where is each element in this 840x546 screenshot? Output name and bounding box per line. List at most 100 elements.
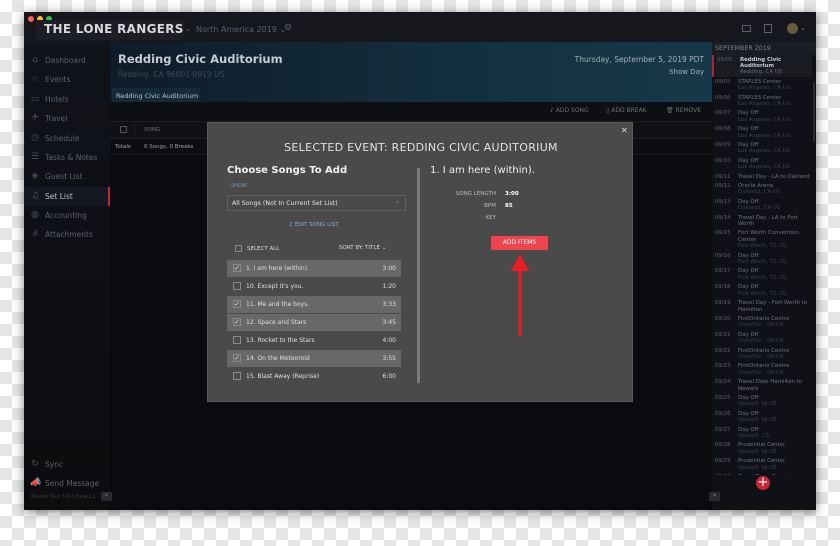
event-list-item[interactable]: 09/14 Travel Day - LA to Fort Worth xyxy=(712,213,812,229)
sidebar-item-schedule[interactable]: ◷ Schedule xyxy=(24,129,110,148)
set-list-toolbar: ♪ ADD SONG ▯ ADD BREAK 🗑 REMOVE xyxy=(110,102,712,122)
song-checkbox[interactable]: ✓ xyxy=(233,264,241,272)
sidebar-item-set-list[interactable]: ♫ Set List xyxy=(24,187,110,206)
chevron-down-icon: ⌄ xyxy=(394,198,400,205)
event-list-item[interactable]: 09/11 Travel Day - LA to Oakland xyxy=(712,172,812,181)
collapse-sidebar-button[interactable]: « xyxy=(101,492,112,501)
event-location: Fort Worth, TX US xyxy=(738,290,786,297)
song-checkbox[interactable] xyxy=(233,282,241,290)
event-list-item[interactable]: 09/12 Oracle Arena Oakland, CA US xyxy=(712,182,812,198)
tour-selector[interactable]: North America 2019 ⌄ xyxy=(196,25,286,34)
event-list-item[interactable]: 09/16 Day Off Fort Worth, TX US xyxy=(712,251,812,267)
sidebar-item-guest-list[interactable]: ◈ Guest List xyxy=(24,167,110,186)
select-all-label[interactable]: SELECT ALL xyxy=(247,246,279,252)
event-list-item[interactable]: 09/19 Travel Day - Fort Worth to Hamilton xyxy=(712,299,812,315)
song-title: 1. I am here (within). xyxy=(246,265,309,272)
sync-button[interactable]: ↻ Sync xyxy=(24,455,110,474)
sidebar-item-attachments[interactable]: ∂ Attachments xyxy=(24,225,110,244)
event-list-item[interactable]: 09/21 Day Off Hamilton, ON CA xyxy=(712,330,812,346)
event-list-item[interactable]: 09/26 Day Off Newark, NJ US xyxy=(712,409,812,425)
column-song[interactable]: SONG xyxy=(144,127,160,133)
chevron-down-icon[interactable]: ⌄ xyxy=(800,24,806,32)
sidebar-item-label: Dashboard xyxy=(45,56,86,65)
event-list[interactable]: 09/05 Redding Civic Auditorium Redding, CA… xyxy=(712,55,812,475)
scrollbar[interactable] xyxy=(813,82,815,142)
select-all-checkbox[interactable] xyxy=(120,126,127,133)
sidebar: ⌂ Dashboard ☆ Events ▭ Hotels ✈ Travel ◷ Schedule… xyxy=(24,42,112,510)
tab-venue[interactable]: Redding Civic Auditorium xyxy=(112,88,200,103)
event-list-item[interactable]: 09/06 STAPLES Center Los Angeles, CA US xyxy=(712,93,812,109)
event-date: 09/28 xyxy=(715,442,731,449)
event-location: Los Angeles, CA US xyxy=(738,85,791,92)
event-list-item[interactable]: 09/13 Day Off Oakland, CA US xyxy=(712,197,812,213)
event-list-item[interactable]: 09/05 STAPLES Center Los Angeles, CA US xyxy=(712,77,812,93)
event-list-item[interactable]: 09/28 Prudential Center Newark, NJ US xyxy=(712,441,812,457)
sidebar-item-accounting[interactable]: ◍ Accounting xyxy=(24,206,110,225)
event-date: 09/06 xyxy=(715,94,731,101)
event-date: 09/21 xyxy=(715,331,731,338)
song-checkbox[interactable]: ✓ xyxy=(233,318,241,326)
song-row[interactable]: 13. Rocket to the Stars 4:00 xyxy=(227,332,401,349)
music-icon: ♫ xyxy=(30,191,40,201)
event-list-item[interactable]: 09/10 Day Off Los Angeles, CA US xyxy=(712,156,812,172)
close-icon[interactable]: ✕ xyxy=(621,126,628,135)
song-checkbox[interactable]: ✓ xyxy=(233,354,241,362)
id-card-icon[interactable] xyxy=(742,25,751,32)
gear-icon[interactable]: ⚙ xyxy=(284,23,292,33)
event-date: 09/25 xyxy=(715,394,731,401)
event-date: 09/20 xyxy=(715,315,731,322)
song-checkbox[interactable] xyxy=(233,336,241,344)
chevron-down-icon[interactable]: ⌄ xyxy=(185,24,192,33)
event-list-item[interactable]: 09/24 Travel Date Hamilton to Newark xyxy=(712,378,812,394)
add-break-button[interactable]: ▯ ADD BREAK xyxy=(606,107,647,114)
event-list-item[interactable]: 09/27 Day Off Newark, US xyxy=(712,425,812,441)
event-list-item[interactable]: 09/08 Day Off Los Angeles, CA US xyxy=(712,125,812,141)
song-title: 15. Blast Away (Reprise) xyxy=(246,373,320,380)
show-filter-select[interactable]: All Songs (Not In Current Set List) ⌄ xyxy=(227,195,406,211)
event-location: Oakland, CA US xyxy=(738,205,781,212)
event-list-item[interactable]: 09/09 Day Off Los Angeles, CA US xyxy=(712,140,812,156)
remove-button[interactable]: 🗑 REMOVE xyxy=(666,107,701,114)
event-list-item[interactable]: 09/23 FirstOntario Centre Hamilton, ON CA xyxy=(712,362,812,378)
event-list-item[interactable]: 09/05 Redding Civic Auditorium Redding, CA… xyxy=(712,55,812,78)
modal-title: SELECTED EVENT: REDDING CIVIC AUDITORIUM xyxy=(284,141,558,154)
send-message-button[interactable]: 📣 Send Message xyxy=(24,474,110,493)
sort-dropdown[interactable]: SORT BY: TITLE ⌄ xyxy=(339,245,386,251)
event-location: Los Angeles, CA US xyxy=(738,100,791,107)
song-checkbox[interactable] xyxy=(233,372,241,380)
add-items-button[interactable]: ADD ITEMS xyxy=(491,236,548,250)
add-song-button[interactable]: ♪ ADD SONG xyxy=(550,107,589,114)
event-location: Los Angeles, CA US xyxy=(738,132,791,139)
sidebar-item-tasks-notes[interactable]: ☰ Tasks & Notes xyxy=(24,148,110,167)
song-checkbox[interactable]: ✓ xyxy=(233,300,241,308)
event-list-item[interactable]: 09/20 FirstOntario Centre Hamilton, ON CA xyxy=(712,314,812,330)
event-list-item[interactable]: 09/25 Day Off Newark, NJ US xyxy=(712,393,812,409)
close-window-button[interactable] xyxy=(28,16,34,22)
event-list-item[interactable]: 09/17 Day Off Fort Worth, TX US xyxy=(712,267,812,283)
song-length-label: SONG LENGTH xyxy=(455,191,496,197)
collapse-right-button[interactable]: » xyxy=(709,492,720,501)
select-all-checkbox[interactable] xyxy=(235,245,242,252)
scrollbar[interactable] xyxy=(417,168,420,383)
song-row[interactable]: 15. Blast Away (Reprise) 6:00 xyxy=(227,368,401,385)
event-list-item[interactable]: 09/15 Fort Worth Convention Center Fort Wo… xyxy=(712,229,812,251)
add-event-button[interactable]: + xyxy=(756,476,770,490)
sidebar-item-dashboard[interactable]: ⌂ Dashboard xyxy=(24,51,110,70)
calendar-icon[interactable] xyxy=(764,24,772,33)
sidebar-item-label: Travel xyxy=(45,114,68,123)
song-row[interactable]: ✓ 14. On the Meteoroid 3:55 xyxy=(227,350,401,367)
avatar[interactable] xyxy=(787,23,798,34)
song-row[interactable]: 10. Except it's you. 1:20 xyxy=(227,278,401,295)
event-list-item[interactable]: 09/18 Day Off Fort Worth, TX US xyxy=(712,283,812,299)
sidebar-item-hotels[interactable]: ▭ Hotels xyxy=(24,90,110,109)
event-list-item[interactable]: 09/07 Day Off Los Angeles, CA US xyxy=(712,109,812,125)
song-row[interactable]: ✓ 1. I am here (within). 3:00 xyxy=(227,260,401,277)
sidebar-item-travel[interactable]: ✈ Travel xyxy=(24,109,110,128)
event-list-item[interactable]: 09/29 Prudential Center Newark, NJ US xyxy=(712,457,812,473)
sidebar-item-events[interactable]: ☆ Events xyxy=(24,70,110,89)
song-row[interactable]: ✓ 12. Space and Stars 3:45 xyxy=(227,314,401,331)
song-row[interactable]: ✓ 11. Me and the boys. 3:33 xyxy=(227,296,401,313)
edit-song-list-link[interactable]: ♫ EDIT SONG LIST xyxy=(288,222,339,228)
event-title: Fort Worth Convention Center xyxy=(738,230,799,243)
event-list-item[interactable]: 09/22 FirstOntario Centre Hamilton, ON CA xyxy=(712,346,812,362)
